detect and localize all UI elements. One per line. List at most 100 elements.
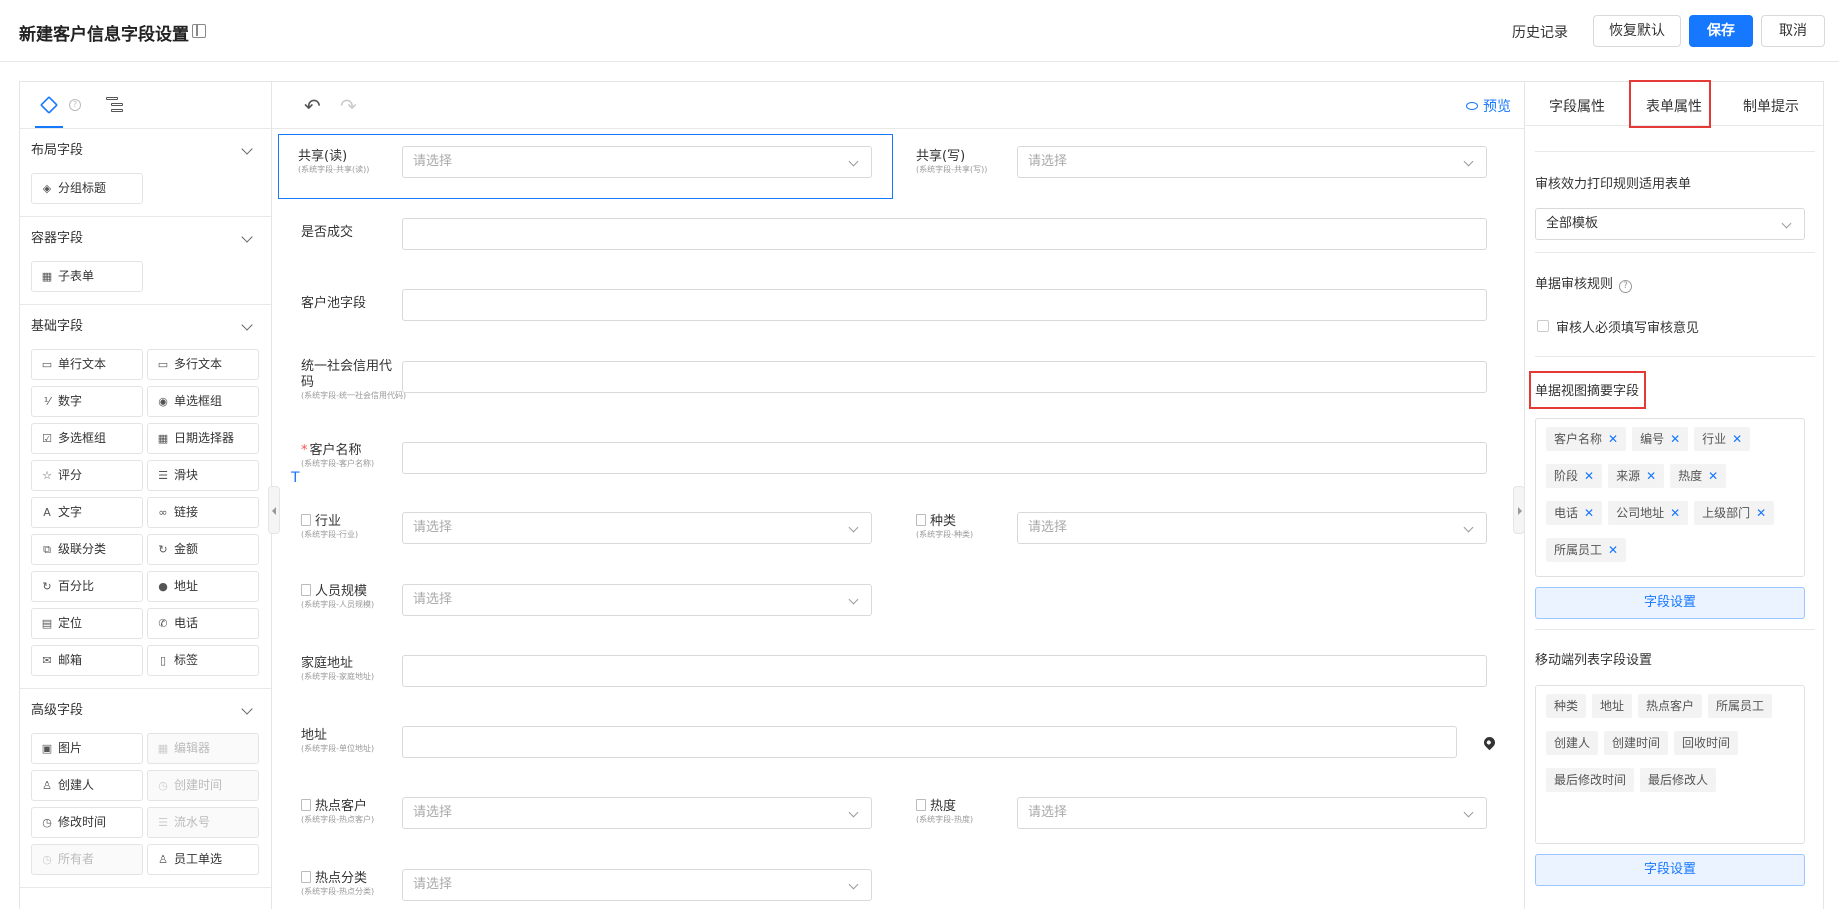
- summary-tag: 阶段 ✕: [1546, 464, 1603, 488]
- field-item[interactable]: ▦ 日期选择器: [147, 423, 259, 454]
- outline-tab[interactable]: [102, 93, 126, 117]
- money-icon: ↻: [158, 543, 168, 556]
- home-address-input[interactable]: [402, 655, 1487, 687]
- close-icon[interactable]: ✕: [1584, 506, 1594, 520]
- select-placeholder: 请选择: [413, 592, 453, 607]
- field-item[interactable]: ♙ 创建人: [31, 770, 143, 801]
- shared-write-select[interactable]: 请选择: [1017, 146, 1487, 178]
- save-button[interactable]: 保存: [1689, 15, 1753, 47]
- field-grid: ◈ 分组标题: [31, 173, 261, 204]
- tab-form-hint[interactable]: 制单提示: [1743, 96, 1799, 116]
- close-icon[interactable]: ✕: [1756, 506, 1766, 520]
- field-item[interactable]: ☑ 多选框组: [31, 423, 143, 454]
- field-item[interactable]: ▯ 标签: [147, 645, 259, 676]
- image-icon: ▣: [41, 742, 53, 755]
- restore-default-button[interactable]: 恢复默认: [1593, 15, 1681, 47]
- field-item[interactable]: ↻ 百分比: [31, 571, 143, 602]
- field-item[interactable]: A 文字: [31, 497, 143, 528]
- field-item[interactable]: ✉ 邮箱: [31, 645, 143, 676]
- field-item[interactable]: ▦ 子表单: [31, 261, 143, 292]
- field-item[interactable]: ☆ 评分: [31, 460, 143, 491]
- field-item[interactable]: ▭ 单行文本: [31, 349, 143, 380]
- print-rule-select[interactable]: 全部模板: [1535, 208, 1805, 240]
- tag-label: 公司地址: [1616, 506, 1665, 520]
- audit-opinion-checkbox[interactable]: [1537, 320, 1549, 332]
- customer-pool-label: 客户池字段: [301, 296, 366, 312]
- field-item[interactable]: ✆ 电话: [147, 608, 259, 639]
- field-item[interactable]: ⅟ 数字: [31, 386, 143, 417]
- field-item-label: 标签: [174, 653, 199, 667]
- close-icon[interactable]: ✕: [1670, 432, 1680, 446]
- tag-label: 来源: [1616, 469, 1641, 483]
- summary-tags-box: 客户名称 ✕ 编号 ✕ 行业 ✕ 阶段 ✕ 来源 ✕ 热度 ✕ 电话 ✕ 公司地址 ✕ 上级部门 ✕ 所属员工 ✕: [1535, 418, 1805, 577]
- field-system-hint: (系统字段-客户名称): [301, 459, 375, 468]
- field-item[interactable]: ▭ 多行文本: [147, 349, 259, 380]
- field-item[interactable]: ▤ 定位: [31, 608, 143, 639]
- field-item-label: 子表单: [58, 269, 95, 283]
- industry-select[interactable]: 请选择: [402, 512, 872, 544]
- section-header[interactable]: 高级字段: [31, 689, 261, 733]
- field-label-text: 家庭地址: [301, 656, 354, 671]
- close-icon[interactable]: ✕: [1670, 506, 1680, 520]
- field-item-label: 修改时间: [58, 815, 107, 829]
- preview-button[interactable]: 预览: [1466, 96, 1511, 116]
- hot-category-select[interactable]: 请选择: [402, 869, 872, 901]
- deal-closed-input[interactable]: [402, 218, 1487, 250]
- close-icon[interactable]: ✕: [1708, 469, 1718, 483]
- field-system-hint: (系统字段-热度): [916, 815, 974, 824]
- field-item[interactable]: ▣ 图片: [31, 733, 143, 764]
- chevron-down-icon: [848, 522, 859, 533]
- layout-icon[interactable]: [192, 24, 206, 38]
- field-item[interactable]: ♙ 员工单选: [147, 844, 259, 875]
- cancel-button[interactable]: 取消: [1761, 15, 1825, 47]
- field-item[interactable]: ∞ 链接: [147, 497, 259, 528]
- components-tab[interactable]: [35, 93, 63, 128]
- close-icon[interactable]: ✕: [1732, 432, 1742, 446]
- section-header[interactable]: 布局字段: [31, 129, 261, 173]
- chevron-down-icon: [241, 319, 253, 331]
- field-item[interactable]: ☰ 滑块: [147, 460, 259, 491]
- field-item[interactable]: ◷ 修改时间: [31, 807, 143, 838]
- tab-field-properties[interactable]: 字段属性: [1549, 96, 1605, 116]
- staff-size-select[interactable]: 请选择: [402, 584, 872, 616]
- summary-field-setting-button[interactable]: 字段设置: [1535, 587, 1805, 619]
- category-select[interactable]: 请选择: [1017, 512, 1487, 544]
- field-item[interactable]: ↻ 金额: [147, 534, 259, 565]
- customer-pool-input[interactable]: [402, 289, 1487, 321]
- close-icon[interactable]: ✕: [1608, 432, 1618, 446]
- customer-name-input[interactable]: [402, 442, 1487, 474]
- field-item-label: 邮箱: [58, 653, 83, 667]
- system-field-icon: [301, 514, 311, 526]
- field-item-label: 电话: [174, 616, 199, 630]
- field-item[interactable]: ● 地址: [147, 571, 259, 602]
- close-icon[interactable]: ✕: [1584, 469, 1594, 483]
- mobile-field-setting-button[interactable]: 字段设置: [1535, 854, 1805, 886]
- mobile-list-tag: 创建人: [1546, 731, 1599, 755]
- field-item[interactable]: ◈ 分组标题: [31, 173, 143, 204]
- heat-select[interactable]: 请选择: [1017, 797, 1487, 829]
- redo-icon[interactable]: ↷: [340, 94, 357, 118]
- section-header[interactable]: 容器字段: [31, 217, 261, 261]
- undo-icon[interactable]: ↶: [304, 94, 321, 118]
- required-mark: *: [301, 443, 308, 458]
- history-link[interactable]: 历史记录: [1512, 22, 1568, 42]
- hot-customer-label: 热点客户 (系统字段-热点客户): [301, 799, 374, 825]
- tag-label: 阶段: [1554, 469, 1579, 483]
- mobile-list-tag: 最后修改人: [1640, 768, 1717, 792]
- help-icon[interactable]: ?: [1619, 280, 1633, 293]
- section-title: 布局字段: [31, 143, 84, 158]
- help-tab[interactable]: ?: [66, 93, 84, 117]
- clock-icon: ◷: [158, 779, 168, 792]
- field-item[interactable]: ⧉ 级联分类: [31, 534, 143, 565]
- hot-customer-select[interactable]: 请选择: [402, 797, 872, 829]
- field-item[interactable]: ◉ 单选框组: [147, 386, 259, 417]
- credit-code-input[interactable]: [402, 361, 1487, 393]
- section-header[interactable]: 基础字段: [31, 305, 261, 349]
- close-icon[interactable]: ✕: [1608, 543, 1618, 557]
- close-icon[interactable]: ✕: [1646, 469, 1656, 483]
- address-input[interactable]: [402, 726, 1457, 758]
- field-system-hint: (系统字段-统一社会信用代码): [301, 391, 407, 400]
- field-item-label: 图片: [58, 741, 83, 755]
- shared-read-select[interactable]: 请选择: [402, 146, 872, 178]
- mobile-list-title: 移动端列表字段设置: [1535, 653, 1653, 668]
